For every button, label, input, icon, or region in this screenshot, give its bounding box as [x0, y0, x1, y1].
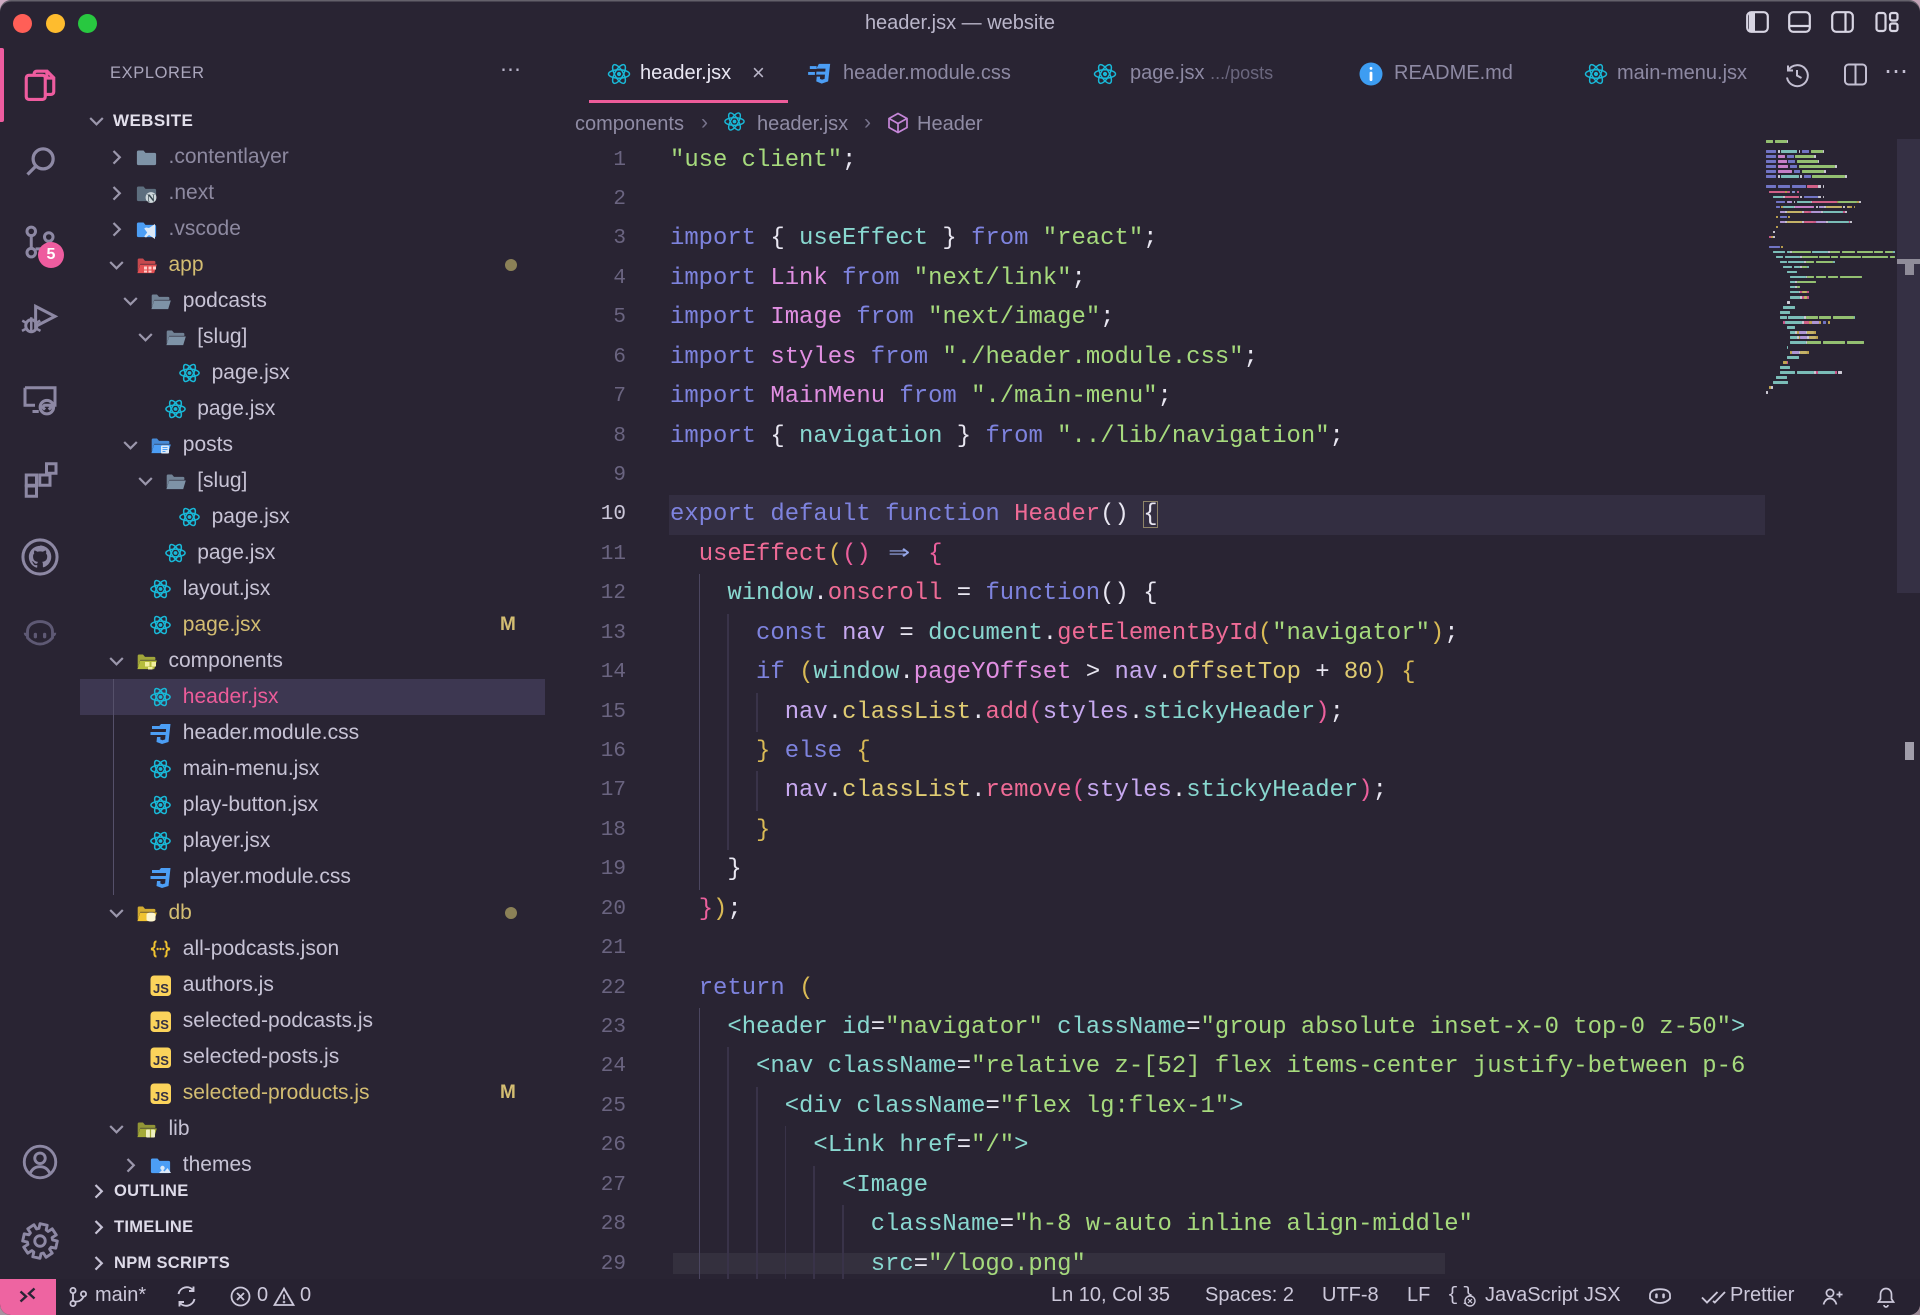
svg-text:JS: JS [153, 1017, 169, 1032]
svg-text:JS: JS [153, 981, 169, 996]
svg-text:JS: JS [153, 1053, 169, 1068]
svg-text:N: N [147, 193, 155, 205]
svg-text:JS: JS [153, 1089, 169, 1104]
